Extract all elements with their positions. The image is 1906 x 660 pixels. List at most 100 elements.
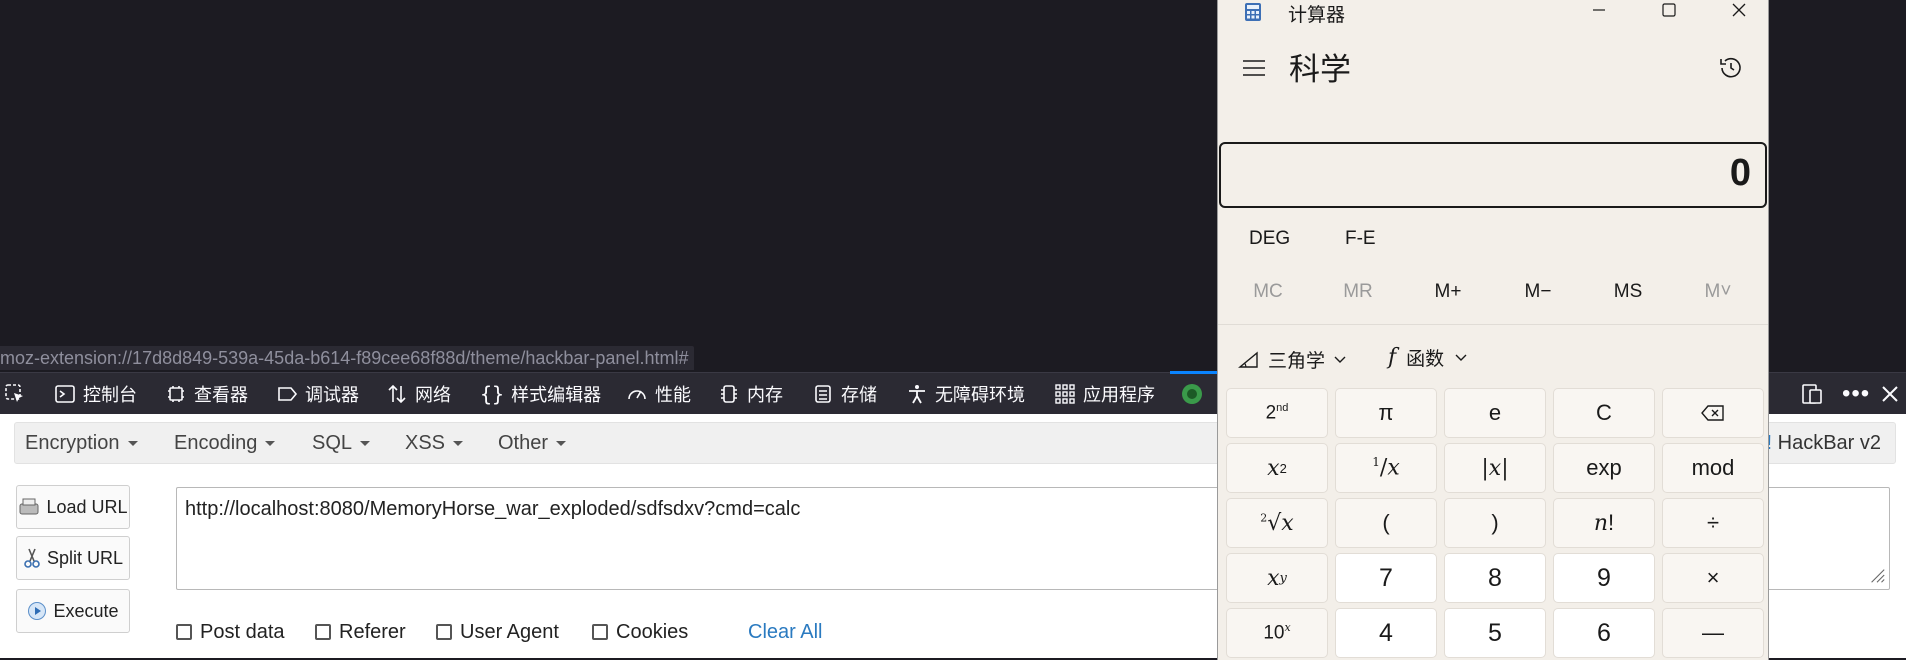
referer-label: Referer [339, 620, 406, 643]
user-agent-label: User Agent [460, 620, 559, 643]
memory-subtract-button[interactable]: M− [1498, 281, 1578, 303]
hamburger-menu-icon[interactable] [1242, 58, 1266, 78]
clear-all-link[interactable]: Clear All [748, 617, 822, 647]
backspace-icon [1701, 405, 1724, 421]
tab-storage-label: 存储 [841, 385, 877, 405]
tab-inspector[interactable]: 查看器 [165, 373, 248, 415]
tab-storage[interactable]: 存储 [812, 373, 877, 415]
mod-key[interactable]: mod [1662, 443, 1764, 493]
application-icon [1055, 384, 1075, 404]
factorial-key[interactable]: n! [1553, 498, 1655, 548]
user-agent-checkbox[interactable]: User Agent [436, 617, 559, 647]
e-key[interactable]: e [1444, 388, 1546, 438]
left-paren-key[interactable]: ( [1335, 498, 1437, 548]
tab-style-editor[interactable]: {} 样式编辑器 [480, 373, 601, 415]
caret-down-icon [265, 441, 276, 447]
fe-toggle-button[interactable]: F-E [1345, 228, 1376, 250]
calculator-divider [1218, 324, 1768, 325]
divide-key[interactable]: ÷ [1662, 498, 1764, 548]
tab-accessibility[interactable]: 无障碍环境 [906, 373, 1025, 415]
reciprocal-key[interactable]: 1/x [1335, 443, 1437, 493]
menu-xss-label: XSS [405, 432, 446, 454]
menu-xss[interactable]: XSS [405, 423, 464, 463]
tab-memory-label: 内存 [747, 385, 783, 405]
caret-down-icon [360, 441, 371, 447]
chevron-down-icon [1455, 354, 1467, 361]
square-key[interactable]: x2 [1226, 443, 1328, 493]
menu-encoding[interactable]: Encoding [174, 423, 276, 463]
close-devtools-icon[interactable] [1880, 373, 1900, 415]
resize-grip-icon[interactable] [1868, 566, 1886, 584]
history-icon[interactable] [1718, 55, 1744, 81]
memory-store-button[interactable]: MS [1588, 281, 1668, 303]
execute-button[interactable]: Execute [16, 589, 130, 633]
scissors-icon [24, 548, 40, 568]
clear-key[interactable]: C [1553, 388, 1655, 438]
memory-recall-button[interactable]: MR [1318, 281, 1398, 303]
minimize-button[interactable] [1575, 0, 1623, 22]
hackbar-brand-label: HackBar v2 [1777, 432, 1881, 454]
referer-checkbox[interactable]: Referer [315, 617, 406, 647]
right-paren-key[interactable]: ) [1444, 498, 1546, 548]
responsive-design-icon[interactable] [1800, 373, 1824, 415]
minimize-icon [1593, 9, 1605, 11]
status-url: moz-extension://17d8d849-539a-45da-b614-… [0, 346, 695, 370]
memory-add-button[interactable]: M+ [1408, 281, 1488, 303]
tab-memory[interactable]: 内存 [718, 373, 783, 415]
cookies-checkbox[interactable]: Cookies [592, 617, 688, 647]
post-data-checkbox[interactable]: Post data [176, 617, 285, 647]
tab-debugger[interactable]: 调试器 [276, 373, 359, 415]
checkbox-box[interactable] [315, 624, 331, 640]
tab-application[interactable]: 应用程序 [1054, 373, 1155, 415]
trigonometry-dropdown[interactable]: 三角学 [1238, 346, 1347, 373]
execute-label: Execute [53, 600, 119, 621]
tab-network[interactable]: 网络 [386, 373, 451, 415]
digit-6-key[interactable]: 6 [1553, 608, 1655, 658]
split-url-button[interactable]: Split URL [16, 536, 130, 580]
console-icon [55, 385, 75, 403]
tab-performance[interactable]: 性能 [626, 373, 691, 415]
post-data-label: Post data [200, 620, 285, 643]
caret-down-icon [127, 441, 138, 447]
selected-tab-indicator [1170, 371, 1220, 374]
ten-power-key[interactable]: 10x [1226, 608, 1328, 658]
load-url-label: Load URL [46, 496, 128, 517]
play-icon [28, 602, 47, 620]
square-root-key[interactable]: 2√x [1226, 498, 1328, 548]
close-button[interactable] [1715, 0, 1763, 22]
load-url-button[interactable]: Load URL [16, 485, 130, 529]
maximize-button[interactable] [1645, 0, 1693, 22]
tab-debugger-label: 调试器 [305, 385, 359, 405]
digit-7-key[interactable]: 7 [1335, 553, 1437, 603]
calculator-title: 计算器 [1288, 5, 1346, 26]
digit-8-key[interactable]: 8 [1444, 553, 1546, 603]
checkbox-box[interactable] [592, 624, 608, 640]
menu-encryption[interactable]: Encryption [25, 423, 138, 463]
digit-9-key[interactable]: 9 [1553, 553, 1655, 603]
function-dropdown[interactable]: f 函数 [1388, 344, 1468, 371]
second-function-key[interactable]: 2nd [1226, 388, 1328, 438]
deg-toggle-button[interactable]: DEG [1249, 228, 1290, 250]
tab-console[interactable]: 控制台 [54, 373, 137, 415]
digit-5-key[interactable]: 5 [1444, 608, 1546, 658]
tab-hackbar[interactable] [1180, 373, 1204, 415]
menu-sql[interactable]: SQL [312, 423, 371, 463]
exp-key[interactable]: exp [1553, 443, 1655, 493]
backspace-key[interactable] [1662, 388, 1764, 438]
menu-other[interactable]: Other [498, 423, 567, 463]
digit-4-key[interactable]: 4 [1335, 608, 1437, 658]
element-picker-icon[interactable] [4, 373, 26, 415]
memory-clear-button[interactable]: MC [1228, 281, 1308, 303]
multiply-key[interactable]: × [1662, 553, 1764, 603]
pi-key[interactable]: π [1335, 388, 1437, 438]
checkbox-box[interactable] [176, 624, 192, 640]
more-options-icon[interactable]: ••• [1842, 373, 1870, 415]
power-key[interactable]: xy [1226, 553, 1328, 603]
inspector-icon [168, 386, 184, 402]
memory-list-button[interactable]: M˅ [1678, 281, 1758, 303]
absolute-value-key[interactable]: |x| [1444, 443, 1546, 493]
subtract-key[interactable]: — [1662, 608, 1764, 658]
checkbox-box[interactable] [436, 624, 452, 640]
tab-application-label: 应用程序 [1083, 385, 1155, 405]
trigonometry-label: 三角学 [1268, 351, 1326, 372]
